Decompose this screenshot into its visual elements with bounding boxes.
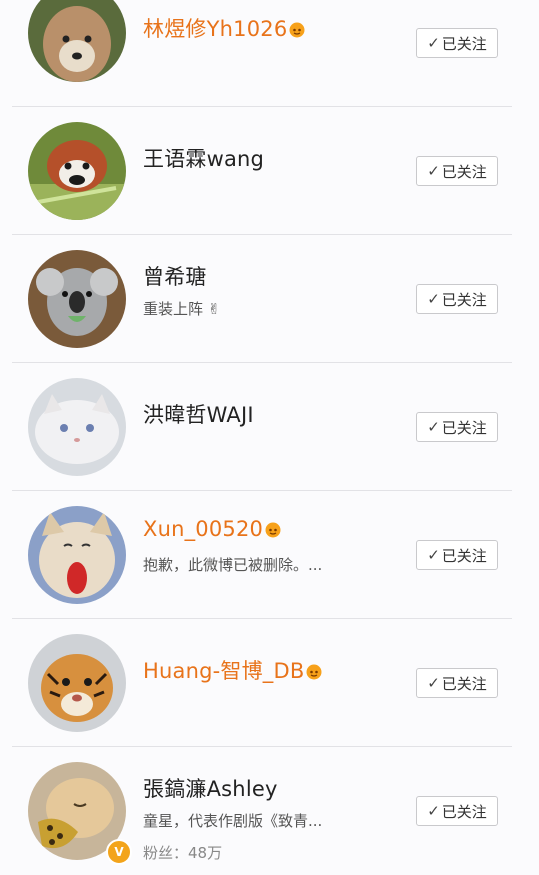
user-bio: 重装上阵 ✌	[143, 300, 221, 318]
white-cat-avatar[interactable]	[28, 378, 126, 476]
list-item[interactable]: 王语霖wang ✓ 已关注	[0, 107, 539, 235]
user-name[interactable]: Xun_00520	[143, 517, 282, 541]
following-button[interactable]: ✓ 已关注	[416, 28, 498, 58]
following-button[interactable]: ✓ 已关注	[416, 156, 498, 186]
koala-avatar[interactable]	[28, 250, 126, 348]
list-item[interactable]: 洪暐哲WAJI ✓ 已关注	[0, 363, 539, 491]
following-button-label: 已关注	[441, 546, 487, 565]
check-icon: ✓	[427, 674, 440, 692]
fox-yawning-avatar[interactable]	[28, 506, 126, 604]
list-item[interactable]: 林煜修Yh1026 ✓ 已关注	[0, 0, 539, 107]
following-button-label: 已关注	[441, 162, 487, 181]
verified-badge-icon: V	[106, 839, 132, 865]
vip-crown-icon	[305, 661, 323, 680]
list-item[interactable]: 曾希瑭 重装上阵 ✌ ✓ 已关注	[0, 235, 539, 363]
tiger-cub-avatar[interactable]	[28, 634, 126, 732]
following-button-label: 已关注	[441, 674, 487, 693]
user-name-text[interactable]: Huang-智博_DB	[143, 659, 304, 683]
user-name-text[interactable]: Xun_00520	[143, 517, 263, 541]
following-button-label: 已关注	[441, 290, 487, 309]
user-name[interactable]: 曾希瑭	[143, 261, 207, 291]
user-name[interactable]: 洪暐哲WAJI	[143, 399, 254, 429]
vip-crown-icon	[288, 19, 306, 38]
following-list: 林煜修Yh1026 ✓ 已关注 王语霖wang ✓ 已关注 曾希瑭 重装上阵 ✌…	[0, 0, 539, 866]
check-icon: ✓	[427, 546, 440, 564]
user-name-text[interactable]: 林煜修Yh1026	[143, 17, 287, 41]
user-name[interactable]: 林煜修Yh1026	[143, 13, 306, 43]
user-name[interactable]: 張鎬濂Ashley	[143, 773, 278, 803]
user-name[interactable]: 王语霖wang	[143, 143, 264, 173]
user-name[interactable]: Huang-智博_DB	[143, 655, 323, 685]
following-button[interactable]: ✓ 已关注	[416, 412, 498, 442]
check-icon: ✓	[427, 290, 440, 308]
user-bio: 抱歉，此微博已被删除。...	[143, 556, 323, 574]
check-icon: ✓	[427, 162, 440, 180]
following-button[interactable]: ✓ 已关注	[416, 668, 498, 698]
check-icon: ✓	[427, 418, 440, 436]
following-button[interactable]: ✓ 已关注	[416, 540, 498, 570]
red-panda-avatar[interactable]	[28, 122, 126, 220]
check-icon: ✓	[427, 34, 440, 52]
fans-count: 粉丝：48万	[143, 844, 223, 862]
following-button[interactable]: ✓ 已关注	[416, 796, 498, 826]
following-button[interactable]: ✓ 已关注	[416, 284, 498, 314]
list-item[interactable]: Xun_00520 抱歉，此微博已被删除。... ✓ 已关注	[0, 491, 539, 619]
list-item[interactable]: V 張鎬濂Ashley 童星，代表作剧版《致青... 粉丝：48万 ✓ 已关注	[0, 747, 539, 875]
wolf-pup-avatar[interactable]	[28, 0, 126, 82]
check-icon: ✓	[427, 802, 440, 820]
following-button-label: 已关注	[441, 34, 487, 53]
following-button-label: 已关注	[441, 802, 487, 821]
user-bio: 童星，代表作剧版《致青...	[143, 812, 323, 830]
vip-crown-icon	[264, 519, 282, 538]
list-item[interactable]: Huang-智博_DB ✓ 已关注	[0, 619, 539, 747]
following-button-label: 已关注	[441, 418, 487, 437]
